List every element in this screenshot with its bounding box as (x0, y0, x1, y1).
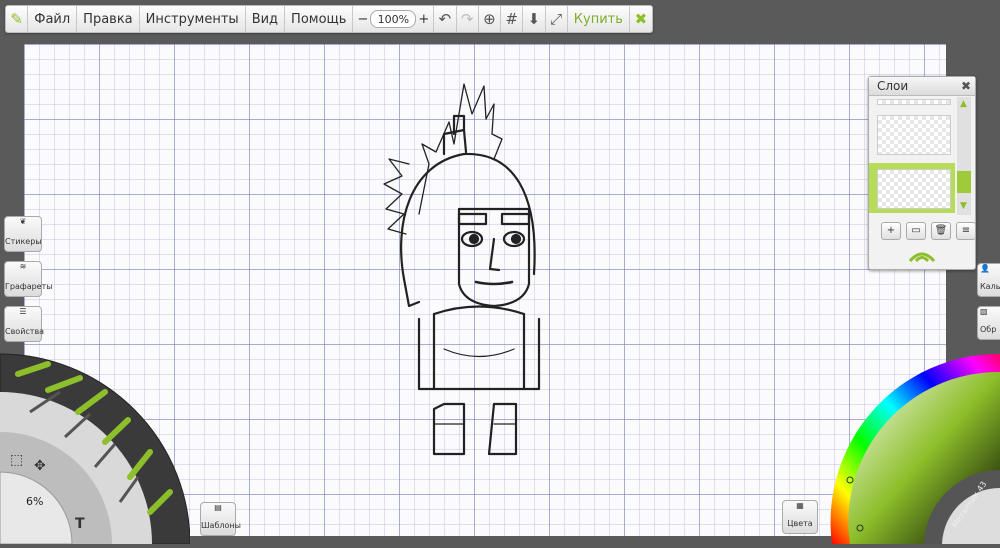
menu-view[interactable]: Вид (246, 6, 286, 32)
reference-button[interactable]: ▧ Обр (977, 306, 1000, 340)
templates-button[interactable]: ▤ Шаблоны (200, 502, 241, 536)
folder-icon[interactable]: ▭ (906, 222, 926, 240)
properties-button[interactable]: ☰ Свойства (4, 306, 45, 342)
stencils-label: Графареты (5, 282, 53, 291)
add-layer-icon[interactable]: + (881, 222, 901, 240)
layers-header: Слои ✖ (869, 77, 975, 96)
tools-icon[interactable]: ✖ (630, 6, 652, 32)
layers-title: Слои (877, 79, 909, 93)
layer-thumbnail-2[interactable] (877, 169, 951, 209)
close-layers-icon[interactable]: ✖ (961, 77, 971, 95)
stickers-label: Стикеры (5, 237, 42, 246)
text-tool-icon[interactable]: T (75, 516, 85, 532)
menu-help[interactable]: Помощь (285, 6, 354, 32)
menu-file[interactable]: Файл (28, 6, 78, 32)
properties-label: Свойства (5, 327, 45, 336)
symmetry-icon[interactable]: ⊕ (479, 6, 502, 32)
move-icon[interactable]: ✥ (34, 458, 46, 474)
tool-wheel[interactable]: 6% T ⬚ ✥ (0, 352, 191, 545)
menu-edit[interactable]: Правка (77, 6, 140, 32)
reference-icon: ▧ (980, 307, 988, 316)
zoom-out-button[interactable]: − (357, 12, 368, 27)
layer-thumbnail-1[interactable] (877, 115, 951, 155)
calibrate-label: Каль (980, 282, 1000, 291)
layers-scroll-thumb[interactable] (957, 171, 971, 193)
grid-icon[interactable]: # (501, 6, 524, 32)
reference-label: Обр (980, 325, 997, 334)
templates-label: Шаблоны (201, 521, 241, 530)
zoom-control: − 100% + (353, 6, 435, 32)
scroll-down-icon[interactable]: ▼ (960, 201, 967, 211)
layers-expand-icon[interactable] (907, 247, 937, 263)
undo-icon[interactable]: ↶ (434, 6, 457, 32)
colors-label: Цвета (787, 519, 813, 528)
brush-size-value: 6% (26, 495, 44, 508)
app-logo-icon[interactable]: ✎ (6, 6, 29, 32)
fullscreen-icon[interactable]: ⤢ (546, 6, 568, 32)
tool-wheel-graphic (0, 353, 191, 545)
layer-tools: + ▭ 🗑 ≡ (881, 222, 976, 240)
stencils-button[interactable]: ≋ Графареты (4, 261, 53, 297)
stencils-icon: ≋ (19, 262, 27, 271)
colors-icon: ▦ (796, 501, 804, 510)
buy-button[interactable]: Купить (568, 6, 630, 32)
calibrate-icon: 👤 (980, 264, 990, 273)
download-icon[interactable]: ⬇ (523, 6, 546, 32)
templates-icon: ▤ (214, 503, 222, 512)
menu-tools[interactable]: Инструменты (140, 6, 246, 32)
layers-panel: Слои ✖ ▲ ▼ + ▭ 🗑 ≡ (868, 76, 976, 270)
top-toolbar: ✎ Файл Правка Инструменты Вид Помощь − 1… (5, 5, 653, 33)
selection-icon[interactable]: ⬚ (10, 452, 23, 468)
scroll-up-icon[interactable]: ▲ (960, 99, 967, 109)
stickers-icon: ❦ (19, 217, 27, 226)
sliders-icon: ☰ (19, 307, 27, 316)
calibrate-button[interactable]: 👤 Каль (977, 263, 1000, 297)
zoom-level[interactable]: 100% (370, 10, 417, 28)
layer-menu-icon[interactable]: ≡ (956, 222, 976, 240)
color-wheel-graphic (830, 353, 1000, 544)
color-wheel[interactable]: Металлик 43 (830, 350, 1000, 544)
redo-icon[interactable]: ↷ (457, 6, 479, 32)
zoom-in-button[interactable]: + (418, 12, 429, 27)
stickers-button[interactable]: ❦ Стикеры (4, 216, 42, 252)
delete-layer-icon[interactable]: 🗑 (931, 222, 951, 240)
layer-thumbnail-top[interactable] (877, 99, 951, 105)
layers-scrollbar[interactable]: ▲ ▼ (957, 97, 971, 215)
colors-button[interactable]: ▦ Цвета (782, 500, 818, 534)
